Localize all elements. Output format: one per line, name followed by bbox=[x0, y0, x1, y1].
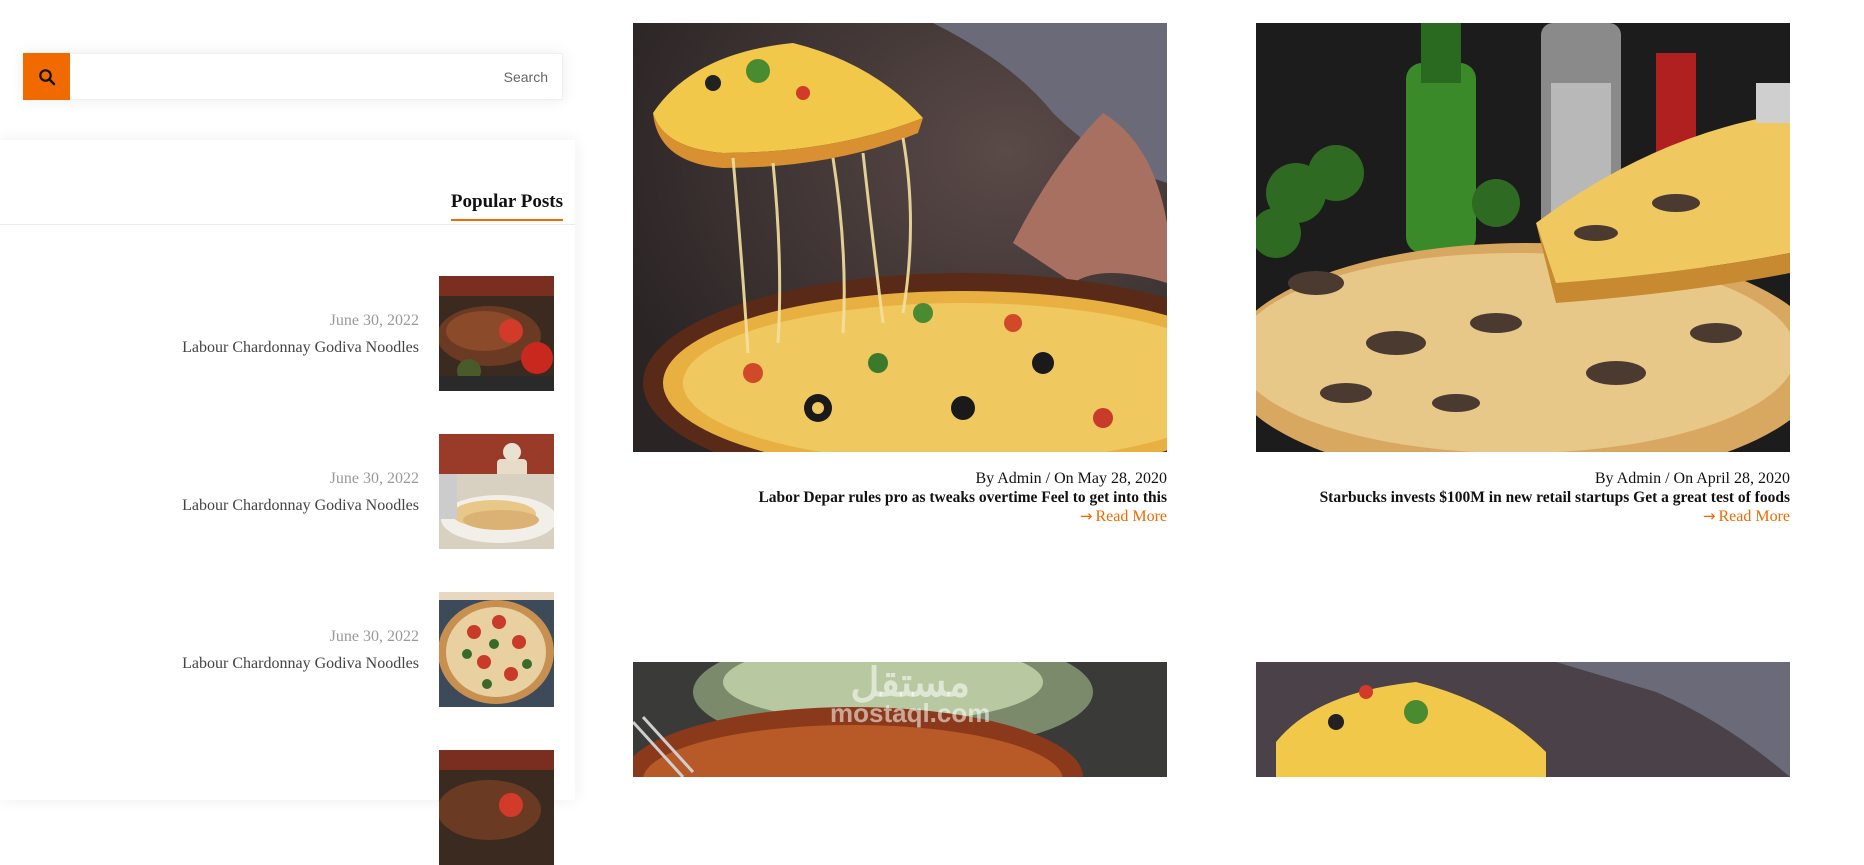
post-date: June 30, 2022 bbox=[329, 312, 419, 329]
widget-header: Popular Posts bbox=[0, 140, 575, 225]
popular-posts-widget: Popular Posts June 30, 2022 Labour Chard… bbox=[0, 140, 575, 865]
article-image[interactable] bbox=[633, 23, 1167, 452]
arrow-right-icon: → bbox=[1079, 507, 1093, 525]
post-thumbnail[interactable] bbox=[439, 276, 554, 391]
widget-title: Popular Posts bbox=[450, 191, 563, 221]
article-title[interactable]: Labor Depar rules pro as tweaks overtime… bbox=[758, 489, 1167, 507]
article-image[interactable] bbox=[1256, 662, 1790, 777]
watermark: مستقل mostaql.com bbox=[830, 660, 990, 729]
watermark-latin: mostaql.com bbox=[830, 698, 991, 728]
post-date: June 30, 2022 bbox=[329, 628, 419, 645]
article-meta: By Admin / On May 28, 2020 bbox=[975, 470, 1167, 487]
post-title-link[interactable]: Labour Chardonnay Godiva Noodles bbox=[182, 339, 419, 357]
read-more-label: Read More bbox=[1718, 508, 1790, 525]
read-more-link[interactable]: → Read More bbox=[1703, 507, 1790, 526]
post-date: June 30, 2022 bbox=[329, 470, 419, 487]
article-title[interactable]: Starbucks invests $100M in new retail st… bbox=[1320, 489, 1790, 507]
article-meta: By Admin / On April 28, 2020 bbox=[1594, 470, 1790, 487]
search-icon bbox=[38, 68, 55, 85]
article-image[interactable] bbox=[1256, 23, 1790, 452]
read-more-link[interactable]: → Read More bbox=[1080, 507, 1167, 526]
post-thumbnail[interactable] bbox=[439, 434, 554, 549]
search-button[interactable] bbox=[23, 53, 70, 100]
post-thumbnail[interactable] bbox=[439, 750, 554, 865]
post-title-link[interactable]: Labour Chardonnay Godiva Noodles bbox=[182, 655, 419, 673]
post-title-link[interactable]: Labour Chardonnay Godiva Noodles bbox=[182, 497, 419, 515]
arrow-right-icon: → bbox=[1702, 507, 1716, 525]
search-box bbox=[23, 53, 563, 100]
popular-post-item[interactable]: June 30, 2022 Labour Chardonnay Godiva N… bbox=[0, 434, 575, 549]
popular-post-item[interactable] bbox=[0, 750, 575, 865]
post-thumbnail[interactable] bbox=[439, 592, 554, 707]
popular-post-item[interactable]: June 30, 2022 Labour Chardonnay Godiva N… bbox=[0, 592, 575, 707]
read-more-label: Read More bbox=[1095, 508, 1167, 525]
search-input[interactable] bbox=[76, 54, 562, 99]
popular-post-item[interactable]: June 30, 2022 Labour Chardonnay Godiva N… bbox=[0, 276, 575, 391]
